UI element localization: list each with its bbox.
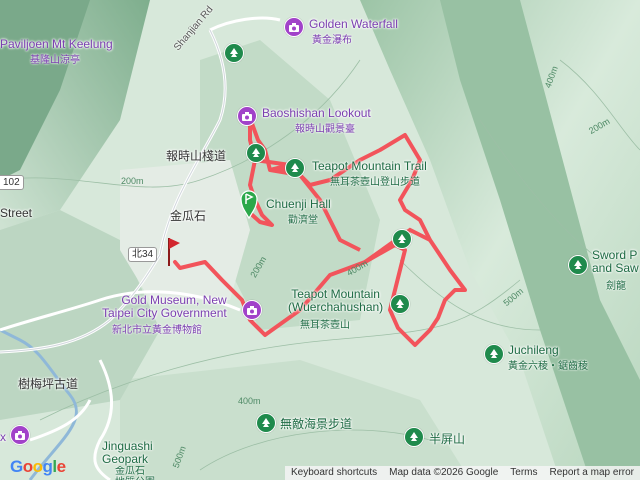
paviljoen-label: Paviljoen Mt Keelung <box>0 37 113 51</box>
gold-museum-zh-label: 新北市立黃金博物館 <box>112 325 202 336</box>
route-shield-102: 102 <box>0 175 24 190</box>
map-view[interactable]: Golden Waterfall 黃金瀑布 Paviljoen Mt Keelu… <box>0 0 640 480</box>
camera-poi-icon[interactable] <box>242 300 262 320</box>
baoshishan-trail-label: 報時山棧道 <box>166 149 227 163</box>
google-logo-letter: o <box>32 457 43 476</box>
shumeiping-label: 樹梅坪古道 <box>18 377 79 391</box>
park-pin-icon[interactable] <box>404 427 424 447</box>
camera-poi-icon[interactable] <box>284 17 304 37</box>
golden-waterfall-label: Golden Waterfall <box>309 17 398 31</box>
park-pin-icon[interactable] <box>246 143 266 163</box>
baoshishan-zh-label: 報時山觀景臺 <box>295 124 355 135</box>
park-pin-icon[interactable] <box>392 229 412 249</box>
google-logo-letter: e <box>56 457 66 476</box>
park-pin-icon[interactable] <box>484 344 504 364</box>
google-logo-letter: g <box>42 457 53 476</box>
golden-waterfall-zh-label: 黃金瀑布 <box>312 35 352 46</box>
contour-label: 400m <box>238 396 261 406</box>
chuenji-hall-label: Chuenji Hall <box>266 197 331 211</box>
paviljoen-zh-label: 基隆山涼亭 <box>30 55 80 66</box>
contour-label: 200m <box>121 176 144 186</box>
gold-museum-label: Gold Museum, New Taipei City Government <box>102 293 227 320</box>
jinguashi-geopark-label: Jinguashi Geopark <box>102 439 153 466</box>
juchileng-label: Juchileng <box>508 343 559 357</box>
baoshishan-label: Baoshishan Lookout <box>262 106 371 120</box>
camera-poi-icon[interactable] <box>237 106 257 126</box>
chuenji-hall-zh-label: 勸濟堂 <box>288 215 318 226</box>
street-label: Street <box>0 206 33 220</box>
park-pin-icon[interactable] <box>224 43 244 63</box>
start-flag-icon[interactable] <box>240 188 258 220</box>
x-label: x <box>0 430 6 444</box>
juchileng-zh-label: 黃金六稜・鋸齒稜 <box>508 361 588 372</box>
map-footer: Keyboard shortcuts Map data ©2026 Google… <box>284 466 640 480</box>
keyboard-shortcuts-link[interactable]: Keyboard shortcuts <box>285 466 383 480</box>
teapot-trail-label: Teapot Mountain Trail <box>312 159 427 173</box>
park-pin-icon[interactable] <box>568 255 588 275</box>
wudi-trail-label: 無敵海景步道 <box>280 417 353 431</box>
google-logo-letter: G <box>10 457 23 476</box>
route-shield-north34: 北34 <box>128 247 158 262</box>
sword-ridge-label: Sword P and Saw <box>592 248 639 275</box>
park-pin-icon[interactable] <box>256 413 276 433</box>
banpingshan-label: 半屏山 <box>429 432 466 446</box>
jinguashi-geopark-zh-label: 金瓜石 地質公園 <box>115 466 155 480</box>
end-flag-icon[interactable] <box>166 236 182 268</box>
jinguashi-place-label: 金瓜石 <box>170 209 207 223</box>
google-logo: Google <box>10 457 66 477</box>
teapot-mountain-label: Teapot Mountain (Wuerchahushan) <box>288 287 384 314</box>
camera-poi-icon[interactable] <box>10 425 30 445</box>
teapot-mountain-zh-label: 無耳茶壺山 <box>300 320 350 331</box>
report-map-error-link[interactable]: Report a map error <box>544 466 640 480</box>
terrain-layer <box>0 0 640 480</box>
park-pin-icon[interactable] <box>390 294 410 314</box>
google-logo-letter: o <box>22 457 33 476</box>
sword-ridge-zh-label: 劍龍 <box>606 281 626 292</box>
teapot-trail-zh-label: 無耳茶壺山登山步道 <box>330 177 420 188</box>
map-data-attribution: Map data ©2026 Google <box>389 467 499 478</box>
park-pin-icon[interactable] <box>285 158 305 178</box>
terms-link[interactable]: Terms <box>504 466 543 480</box>
